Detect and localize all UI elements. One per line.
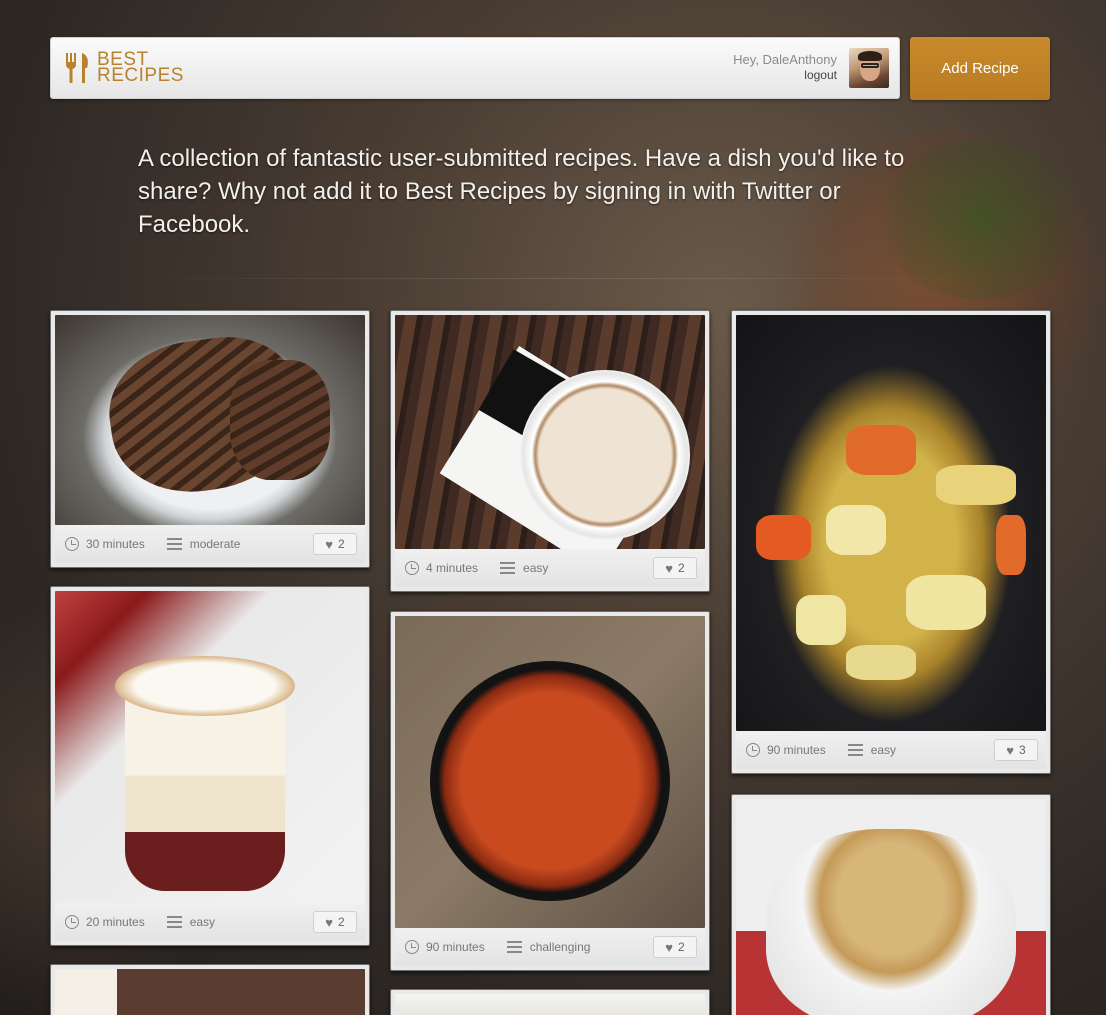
site-header: BEST RECIPES Hey, DaleAnthony logout [50, 37, 900, 99]
recipe-difficulty: challenging [529, 940, 591, 954]
recipe-photo[interactable] [55, 591, 365, 903]
recipe-difficulty: easy [523, 561, 549, 575]
recipe-card[interactable]: 90 minutes easy ♥ 3 [731, 310, 1051, 774]
user-greeting: Hey, DaleAnthony [733, 52, 837, 67]
like-button[interactable]: ♥ 2 [653, 936, 697, 958]
clock-icon [65, 537, 79, 551]
recipe-time: 30 minutes [86, 537, 145, 551]
recipe-photo[interactable] [395, 315, 705, 549]
recipe-card[interactable]: 4 minutes easy ♥ 2 [390, 310, 710, 592]
recipe-time: 20 minutes [86, 915, 145, 929]
clock-icon [65, 915, 79, 929]
fork-knife-icon [66, 53, 88, 83]
like-count: 2 [338, 915, 345, 929]
add-recipe-button[interactable]: Add Recipe [910, 37, 1050, 100]
recipe-difficulty: easy [870, 743, 897, 757]
like-count: 3 [1019, 743, 1026, 757]
bars-icon [500, 562, 516, 574]
recipe-card[interactable] [390, 989, 710, 1015]
clock-icon [405, 561, 419, 575]
like-count: 2 [678, 561, 685, 575]
heart-icon: ♥ [665, 560, 674, 576]
recipe-time: 90 minutes [426, 940, 485, 954]
recipe-photo[interactable] [55, 969, 365, 1015]
intro-text: A collection of fantastic user-submitted… [138, 145, 905, 238]
bars-icon [166, 538, 182, 550]
bars-icon [166, 916, 182, 928]
clock-icon [405, 940, 419, 954]
recipe-meta: 30 minutes moderate ♥ 2 [55, 525, 365, 563]
like-button[interactable]: ♥ 2 [653, 557, 697, 579]
divider [100, 278, 1006, 279]
recipe-card[interactable]: 30 minutes moderate ♥ 2 [50, 310, 370, 568]
bars-icon [847, 744, 863, 756]
recipe-photo[interactable] [395, 994, 705, 1015]
recipe-card[interactable] [50, 964, 370, 1015]
logout-link[interactable]: logout [733, 68, 837, 82]
heart-icon: ♥ [665, 939, 674, 955]
recipe-photo[interactable] [736, 799, 1046, 1015]
recipe-photo[interactable] [736, 315, 1046, 731]
recipe-meta: 4 minutes easy ♥ 2 [395, 549, 705, 587]
recipe-difficulty: moderate [189, 537, 241, 551]
bars-icon [506, 941, 522, 953]
recipe-time: 90 minutes [767, 743, 826, 757]
recipe-card[interactable]: 20 minutes easy ♥ 2 [50, 586, 370, 946]
heart-icon: ♥ [325, 914, 334, 930]
like-count: 2 [338, 537, 345, 551]
recipe-photo[interactable] [55, 315, 365, 525]
like-button[interactable]: ♥ 2 [313, 533, 357, 555]
clock-icon [746, 743, 760, 757]
recipe-card[interactable]: 90 minutes challenging ♥ 2 [390, 611, 710, 971]
like-button[interactable]: ♥ 3 [994, 739, 1038, 761]
recipe-time: 4 minutes [426, 561, 479, 575]
avatar[interactable] [849, 48, 889, 88]
recipe-meta: 20 minutes easy ♥ 2 [55, 903, 365, 941]
heart-icon: ♥ [1006, 742, 1015, 758]
like-count: 2 [678, 940, 685, 954]
recipe-meta: 90 minutes challenging ♥ 2 [395, 928, 705, 966]
like-button[interactable]: ♥ 2 [313, 911, 357, 933]
site-logo[interactable]: BEST RECIPES [65, 50, 184, 86]
recipe-difficulty: easy [189, 915, 216, 929]
heart-icon: ♥ [325, 536, 334, 552]
user-info: Hey, DaleAnthony logout [733, 52, 837, 82]
logo-text: BEST RECIPES [97, 50, 184, 86]
recipe-card[interactable] [731, 794, 1051, 1015]
recipe-photo[interactable] [395, 616, 705, 928]
logo-line-2: RECIPES [97, 65, 184, 86]
recipe-meta: 90 minutes easy ♥ 3 [736, 731, 1046, 769]
